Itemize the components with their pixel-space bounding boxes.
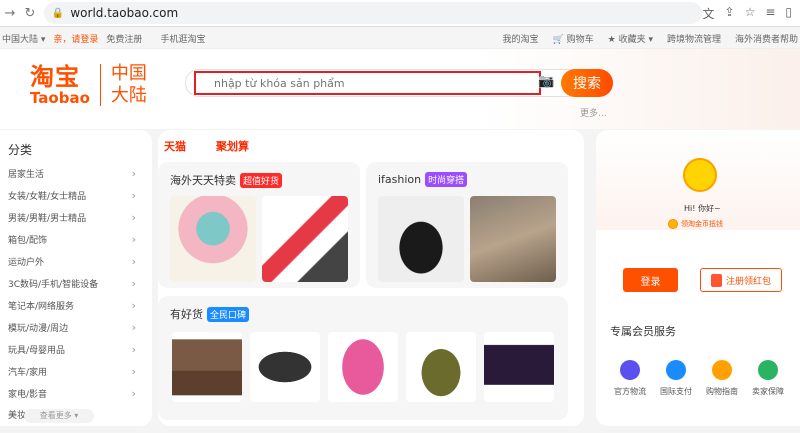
ifashion-box[interactable]: ifashion 时尚穿搭 (366, 162, 568, 288)
region-selector[interactable]: 中国大陆 ▾ (2, 32, 45, 45)
category-item[interactable]: 运动户外 › (8, 255, 140, 277)
search-input[interactable] (194, 71, 541, 95)
shoe-cleaner-image[interactable] (262, 196, 348, 282)
category-item[interactable]: 居家生活 › (8, 167, 140, 189)
reload-icon[interactable]: ↻ (20, 6, 40, 21)
category-title: 分类 (8, 143, 33, 157)
service-international-payment[interactable]: 国际支付 (654, 360, 698, 397)
taobao-logo[interactable]: 淘宝 Taobao 中国 大陆 (30, 63, 147, 107)
girls-shoes-image[interactable] (378, 196, 464, 282)
avatar[interactable] (683, 158, 717, 192)
chevron-right-icon: › (131, 299, 136, 312)
camera-icon[interactable]: 📷 (538, 74, 554, 89)
red-envelope-icon (710, 273, 722, 287)
monitor-image[interactable] (484, 332, 554, 402)
browser-toolbar: → ↻ 🔒 world.taobao.com 文 ⇪ ☆ ≡ ▯ (0, 0, 800, 27)
chevron-right-icon: › (131, 189, 136, 202)
category-item[interactable]: 汽车/家用 › (8, 365, 140, 387)
category-item[interactable]: 笔记本/网络服务 › (8, 299, 140, 321)
search-bar: 📷 搜索 (185, 69, 613, 97)
chevron-right-icon: › (131, 321, 136, 334)
favorites-link[interactable]: ★ 收藏夹 ▾ (608, 32, 653, 45)
view-more-categories-button[interactable]: 查看更多 ▾ (24, 409, 94, 423)
browser-actions: 文 ⇪ ☆ ≡ ▯ (702, 5, 792, 22)
logistics-icon (620, 360, 640, 380)
tab-juhuasuan[interactable]: 聚划算 (216, 138, 249, 154)
region-label-line1: 中国 (110, 63, 147, 84)
category-item[interactable]: 模玩/动漫/周边 › (8, 321, 140, 343)
overseas-deals-box[interactable]: 海外天天特卖 超值好货 (158, 162, 360, 288)
region-label-line2: 大陆 (110, 85, 147, 106)
search-button[interactable]: 搜索 (561, 69, 613, 97)
logo-divider (99, 64, 101, 106)
sidebar-icon[interactable]: ▯ (785, 5, 792, 22)
address-bar[interactable]: 🔒 world.taobao.com (43, 2, 703, 24)
more-link[interactable]: 更多... (580, 106, 607, 119)
mobile-taobao-link[interactable]: 手机逛淘宝 (160, 32, 205, 45)
forward-icon[interactable]: → (0, 6, 20, 21)
category-item[interactable]: 箱包/配饰 › (8, 233, 140, 255)
service-official-logistics[interactable]: 官方物流 (608, 360, 652, 397)
box-title: ifashion (378, 173, 422, 186)
fabric-bag-image[interactable] (470, 196, 556, 282)
gadget-image[interactable] (250, 332, 320, 402)
box-badge: 时尚穿搭 (425, 172, 468, 187)
login-link[interactable]: 亲，请登录 (53, 32, 98, 45)
category-item[interactable]: 男装/男鞋/男士精品 › (8, 211, 140, 233)
category-panel: 分类 居家生活 › 女装/女鞋/女士精品 › 男装/男鞋/男士精品 › 箱包/配饰 › … (0, 130, 152, 426)
my-taobao-link[interactable]: 我的淘宝 (502, 32, 538, 45)
chevron-right-icon: › (131, 365, 136, 378)
services-title: 专属会员服务 (610, 325, 676, 338)
user-panel: Hi! 你好~ 领淘金币抵钱 登录 注册领红包 专属会员服务 官方物流 国际支付… (596, 130, 800, 426)
help-link[interactable]: 海外消费者帮助 (735, 32, 798, 45)
login-button[interactable]: 登录 (623, 268, 678, 292)
bathroom-cabinet-image[interactable] (172, 332, 242, 402)
box-badge: 全民口碑 (207, 306, 250, 322)
plush-toy-image[interactable] (170, 196, 256, 282)
category-item[interactable]: 玩具/母婴用品 › (8, 343, 140, 365)
shield-icon (758, 360, 778, 380)
cart-link[interactable]: 🛒 购物车 (553, 32, 594, 45)
chevron-right-icon: › (131, 255, 136, 268)
service-shopping-guide[interactable]: 购物指南 (700, 360, 744, 397)
logo-chinese: 淘宝 (30, 63, 80, 91)
tab-tmall[interactable]: 天猫 (164, 138, 186, 154)
site-top-bar: 中国大陆 ▾ 亲，请登录 免费注册 手机逛淘宝 我的淘宝 🛒 购物车 ★ 收藏夹… (0, 27, 800, 49)
service-seller-guarantee[interactable]: 卖家保障 (746, 360, 790, 397)
playlist-icon[interactable]: ≡ (765, 5, 775, 22)
good-goods-box[interactable]: 有好货 全民口碑 (158, 296, 568, 420)
logo-english: Taobao (30, 89, 90, 107)
cart-icon: 🛒 (552, 35, 564, 45)
share-icon[interactable]: ⇪ (725, 5, 735, 22)
bookmark-star-icon[interactable]: ☆ (745, 5, 756, 22)
register-button[interactable]: 注册领红包 (700, 268, 782, 292)
chevron-right-icon: › (131, 277, 136, 290)
category-item[interactable]: 女装/女鞋/女士精品 › (8, 189, 140, 211)
chevron-right-icon: › (131, 233, 136, 246)
box-badge: 超值好货 (240, 172, 283, 188)
chevron-right-icon: › (131, 167, 136, 180)
compass-icon (712, 360, 732, 380)
lock-icon: 🔒 (51, 7, 65, 19)
coin-icon (668, 219, 678, 229)
greeting-text: Hi! 你好~ (684, 204, 721, 213)
travel-bag-image[interactable] (328, 332, 398, 402)
box-title: 海外天天特卖 (170, 174, 236, 187)
chevron-right-icon: › (131, 211, 136, 224)
coin-reward-link[interactable]: 领淘金币抵钱 (668, 219, 723, 229)
wallet-icon (666, 360, 686, 380)
promotions-panel: 天猫 聚划算 海外天天特卖 超值好货 ifashion 时尚穿搭 有好货 全民口碑 (158, 130, 584, 426)
tote-bag-image[interactable] (406, 332, 476, 402)
star-icon: ★ (607, 35, 616, 45)
chevron-right-icon: › (131, 387, 136, 400)
register-link[interactable]: 免费注册 (106, 32, 142, 45)
chevron-right-icon: › (131, 343, 136, 356)
translate-icon[interactable]: 文 (702, 5, 714, 22)
category-item[interactable]: 家电/影音 › (8, 387, 140, 409)
box-title: 有好货 (170, 308, 203, 321)
url-text: world.taobao.com (70, 6, 179, 20)
logistics-link[interactable]: 跨境物流管理 (667, 32, 721, 45)
category-item[interactable]: 3C数码/手机/智能设备 › (8, 277, 140, 299)
